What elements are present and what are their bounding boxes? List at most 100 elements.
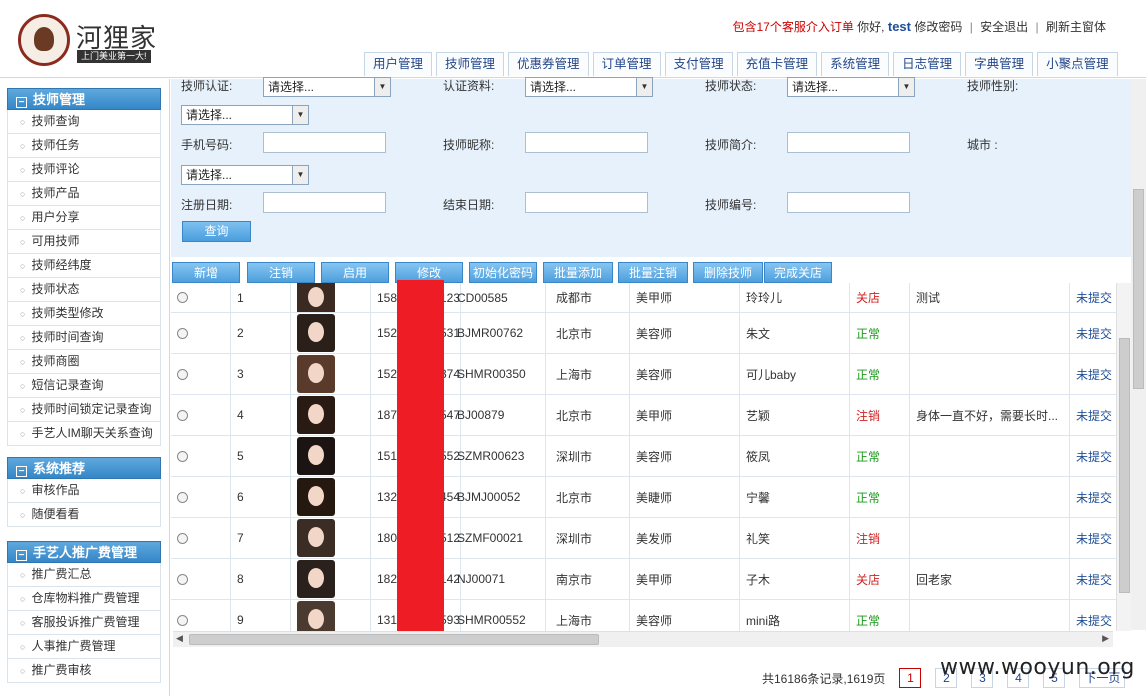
- row-radio[interactable]: [177, 491, 188, 503]
- row-radio[interactable]: [177, 292, 188, 303]
- nav-tab[interactable]: 支付管理: [664, 52, 733, 76]
- query-button[interactable]: 查询: [182, 221, 251, 242]
- phone-prefix: 187: [377, 408, 398, 422]
- end-date-input[interactable]: [525, 192, 648, 213]
- table-row[interactable]: 8 182 142 NJ00071 南京市 美甲师 子木 关店 回老家 未提交: [171, 559, 1116, 600]
- row-radio[interactable]: [177, 450, 188, 462]
- action-button[interactable]: 初始化密码: [469, 262, 537, 283]
- sidebar-group-header[interactable]: − 手艺人推广费管理: [7, 541, 161, 563]
- cert-info-select[interactable]: 请选择... ▼: [525, 77, 653, 97]
- nav-tab[interactable]: 订单管理: [592, 52, 661, 76]
- gender-select[interactable]: 请选择... ▼: [181, 105, 309, 125]
- table-row[interactable]: 3 152 374 SHMR00350 上海市 美容师 可儿baby 正常 未提交: [171, 354, 1116, 395]
- nav-tab[interactable]: 小聚点管理: [1037, 52, 1118, 76]
- submit-status-link[interactable]: 未提交: [1070, 477, 1116, 517]
- table-horizontal-scrollbar[interactable]: ◀ ▶: [173, 631, 1113, 647]
- sidebar-item[interactable]: 技师查询: [7, 110, 161, 134]
- action-button[interactable]: 新增: [172, 262, 240, 283]
- scroll-left-icon[interactable]: ◀: [176, 633, 183, 644]
- sidebar-item[interactable]: 人事推广费管理: [7, 635, 161, 659]
- action-button[interactable]: 启用: [321, 262, 389, 283]
- phone-input[interactable]: [263, 132, 386, 153]
- city-select[interactable]: 请选择... ▼: [181, 165, 309, 185]
- row-radio[interactable]: [177, 532, 188, 544]
- nav-tab[interactable]: 系统管理: [821, 52, 890, 76]
- row-number: 8: [231, 559, 291, 599]
- table-row[interactable]: 2 152 531 BJMR00762 北京市 美容师 朱文 正常 未提交: [171, 313, 1116, 354]
- intro-input[interactable]: [787, 132, 910, 153]
- action-button[interactable]: 批量添加: [543, 262, 613, 283]
- reg-date-input[interactable]: [263, 192, 386, 213]
- nav-tab[interactable]: 日志管理: [893, 52, 962, 76]
- sidebar-item[interactable]: 手艺人IM聊天关系查询: [7, 422, 161, 446]
- sidebar-group-header[interactable]: − 技师管理: [7, 88, 161, 110]
- sidebar-item[interactable]: 技师产品: [7, 182, 161, 206]
- submit-status-link[interactable]: 未提交: [1070, 283, 1116, 312]
- submit-status-link[interactable]: 未提交: [1070, 354, 1116, 394]
- sidebar-item[interactable]: 技师评论: [7, 158, 161, 182]
- page-vertical-scrollbar[interactable]: [1131, 79, 1146, 630]
- logout-link[interactable]: 安全退出: [980, 20, 1028, 34]
- sidebar-item[interactable]: 技师状态: [7, 278, 161, 302]
- sidebar-item[interactable]: 技师类型修改: [7, 302, 161, 326]
- table-row[interactable]: 1 158 123 CD00585 成都市 美甲师 玲玲儿 关店 测试 未提交: [171, 283, 1116, 313]
- table-row[interactable]: 4 187 547 BJ00879 北京市 美甲师 艺颖 注销 身体一直不好，需要长时... 未提…: [171, 395, 1116, 436]
- action-button[interactable]: 批量注销: [618, 262, 688, 283]
- nickname-input[interactable]: [525, 132, 648, 153]
- row-radio[interactable]: [177, 614, 188, 626]
- sidebar-item[interactable]: 技师时间锁定记录查询: [7, 398, 161, 422]
- submit-status-link[interactable]: 未提交: [1070, 436, 1116, 476]
- row-number: 6: [231, 477, 291, 517]
- status-select[interactable]: 请选择... ▼: [787, 77, 915, 97]
- row-radio[interactable]: [177, 327, 188, 339]
- scroll-thumb[interactable]: [1119, 338, 1130, 593]
- refresh-link[interactable]: 刷新主窗体: [1046, 20, 1106, 34]
- table-row[interactable]: 7 180 512 SZMF00021 深圳市 美发师 礼笑 注销 未提交: [171, 518, 1116, 559]
- page-link[interactable]: 1: [899, 668, 922, 688]
- table-row[interactable]: 6 132 454 BJMJ00052 北京市 美睫师 宁馨 正常 未提交: [171, 477, 1116, 518]
- row-radio[interactable]: [177, 573, 188, 585]
- sidebar-item[interactable]: 客服投诉推广费管理: [7, 611, 161, 635]
- submit-status-link[interactable]: 未提交: [1070, 395, 1116, 435]
- change-password-link[interactable]: 修改密码: [914, 20, 962, 34]
- submit-status-link[interactable]: 未提交: [1070, 559, 1116, 599]
- sidebar-item[interactable]: 推广费汇总: [7, 563, 161, 587]
- sidebar-item[interactable]: 技师商圈: [7, 350, 161, 374]
- action-button[interactable]: 删除技师: [693, 262, 763, 283]
- tech-no-input[interactable]: [787, 192, 910, 213]
- scroll-right-icon[interactable]: ▶: [1102, 633, 1109, 644]
- sidebar-item[interactable]: 仓库物料推广费管理: [7, 587, 161, 611]
- scroll-thumb[interactable]: [1133, 189, 1144, 389]
- sidebar-item[interactable]: 短信记录查询: [7, 374, 161, 398]
- table-vertical-scrollbar[interactable]: [1116, 283, 1131, 631]
- scroll-thumb[interactable]: [189, 634, 599, 645]
- collapse-icon[interactable]: −: [16, 97, 27, 108]
- submit-status-link[interactable]: 未提交: [1070, 518, 1116, 558]
- row-radio[interactable]: [177, 409, 188, 421]
- submit-status-link[interactable]: 未提交: [1070, 600, 1116, 631]
- table-row[interactable]: 9 131 593 SHMR00552 上海市 美容师 mini路 正常 未提交: [171, 600, 1116, 631]
- sidebar-item[interactable]: 随便看看: [7, 503, 161, 527]
- action-button[interactable]: 注销: [247, 262, 315, 283]
- sidebar-item[interactable]: 可用技师: [7, 230, 161, 254]
- sidebar-item[interactable]: 技师经纬度: [7, 254, 161, 278]
- table-row[interactable]: 5 151 552 SZMR00623 深圳市 美容师 筱凤 正常 未提交: [171, 436, 1116, 477]
- row-radio[interactable]: [177, 368, 188, 380]
- cert-select[interactable]: 请选择... ▼: [263, 77, 391, 97]
- submit-status-link[interactable]: 未提交: [1070, 313, 1116, 353]
- nav-tab[interactable]: 技师管理: [436, 52, 505, 76]
- nav-tab[interactable]: 优惠券管理: [508, 52, 589, 76]
- sidebar-item[interactable]: 用户分享: [7, 206, 161, 230]
- action-button[interactable]: 完成关店: [764, 262, 832, 283]
- nav-tab[interactable]: 用户管理: [364, 52, 433, 76]
- service-alert-link[interactable]: 包含17个客服介入订单: [732, 20, 853, 34]
- sidebar-group-header[interactable]: − 系统推荐: [7, 457, 161, 479]
- nav-tab[interactable]: 充值卡管理: [736, 52, 818, 76]
- sidebar-item[interactable]: 审核作品: [7, 479, 161, 503]
- collapse-icon[interactable]: −: [16, 550, 27, 561]
- sidebar-item[interactable]: 推广费审核: [7, 659, 161, 683]
- nav-tab[interactable]: 字典管理: [965, 52, 1034, 76]
- sidebar-item[interactable]: 技师任务: [7, 134, 161, 158]
- collapse-icon[interactable]: −: [16, 466, 27, 477]
- sidebar-item[interactable]: 技师时间查询: [7, 326, 161, 350]
